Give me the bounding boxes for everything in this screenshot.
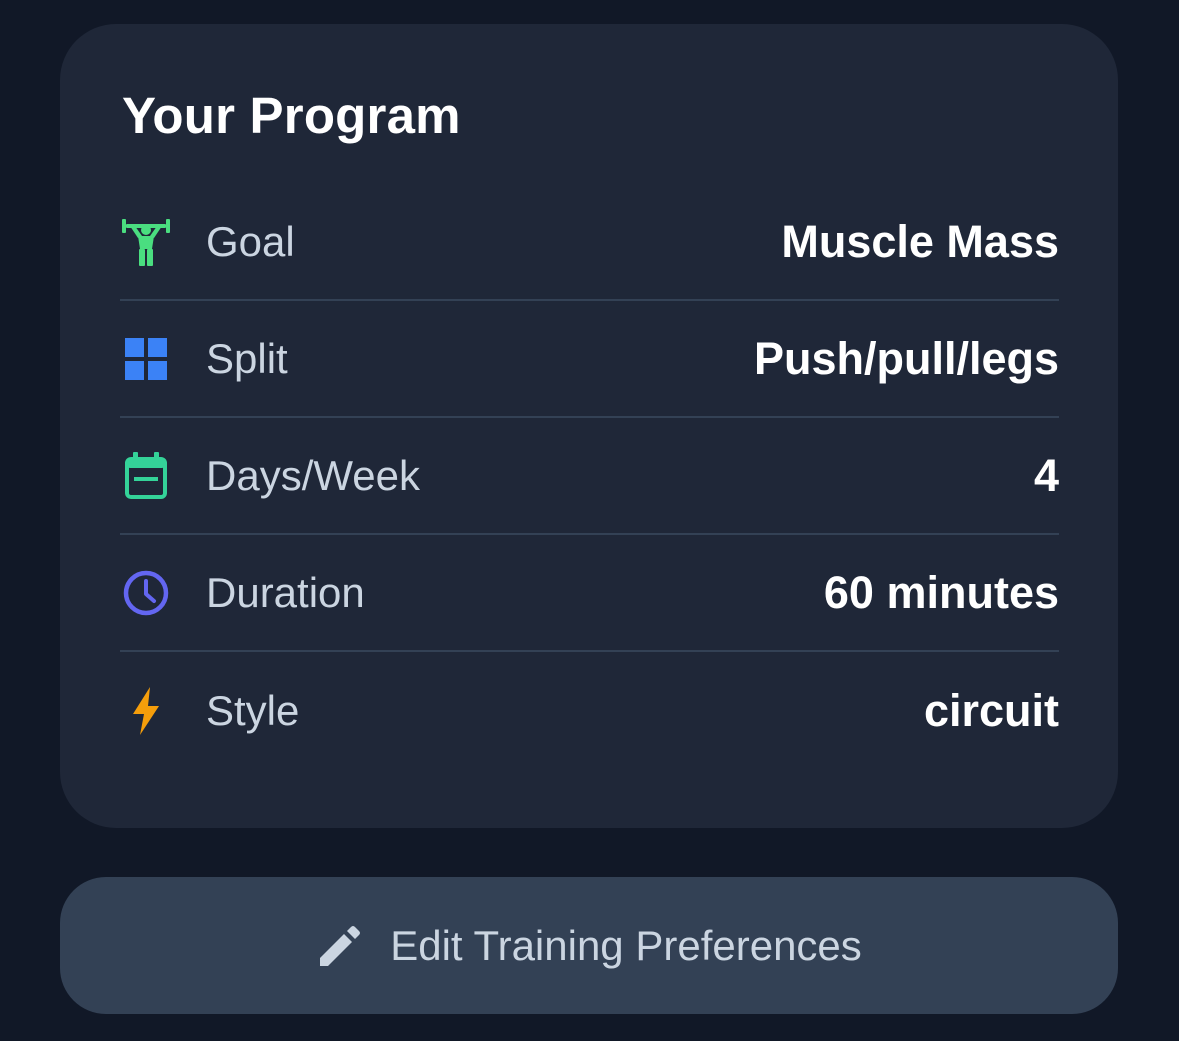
edit-training-preferences-button[interactable]: Edit Training Preferences [60,877,1118,1014]
duration-value: 60 minutes [823,566,1059,618]
days-per-week-label: Days/Week [206,451,420,499]
days-per-week-row: Days/Week 4 [120,418,1059,535]
split-row: Split Push/pull/legs [120,301,1059,418]
calendar-icon [120,450,172,502]
split-label: Split [206,334,288,382]
lightning-icon [120,685,172,737]
goal-row: Goal Muscle Mass [120,184,1059,301]
program-card: Your Program Goal Muscle Mass Split Push… [60,24,1118,828]
style-label: Style [206,686,300,734]
pencil-icon [316,922,364,970]
style-value: circuit [923,684,1059,736]
duration-row: Duration 60 minutes [120,535,1059,652]
edit-button-label: Edit Training Preferences [390,921,862,969]
duration-label: Duration [206,568,365,616]
days-per-week-value: 4 [1033,449,1059,501]
clock-icon [120,567,172,619]
grid-icon [120,333,172,385]
goal-value: Muscle Mass [781,215,1059,267]
program-details-list: Goal Muscle Mass Split Push/pull/legs Da… [120,184,1059,769]
goal-label: Goal [206,217,295,265]
card-title: Your Program [122,87,461,144]
style-row: Style circuit [120,652,1059,769]
weightlifter-icon [120,216,172,268]
split-value: Push/pull/legs [753,332,1059,384]
